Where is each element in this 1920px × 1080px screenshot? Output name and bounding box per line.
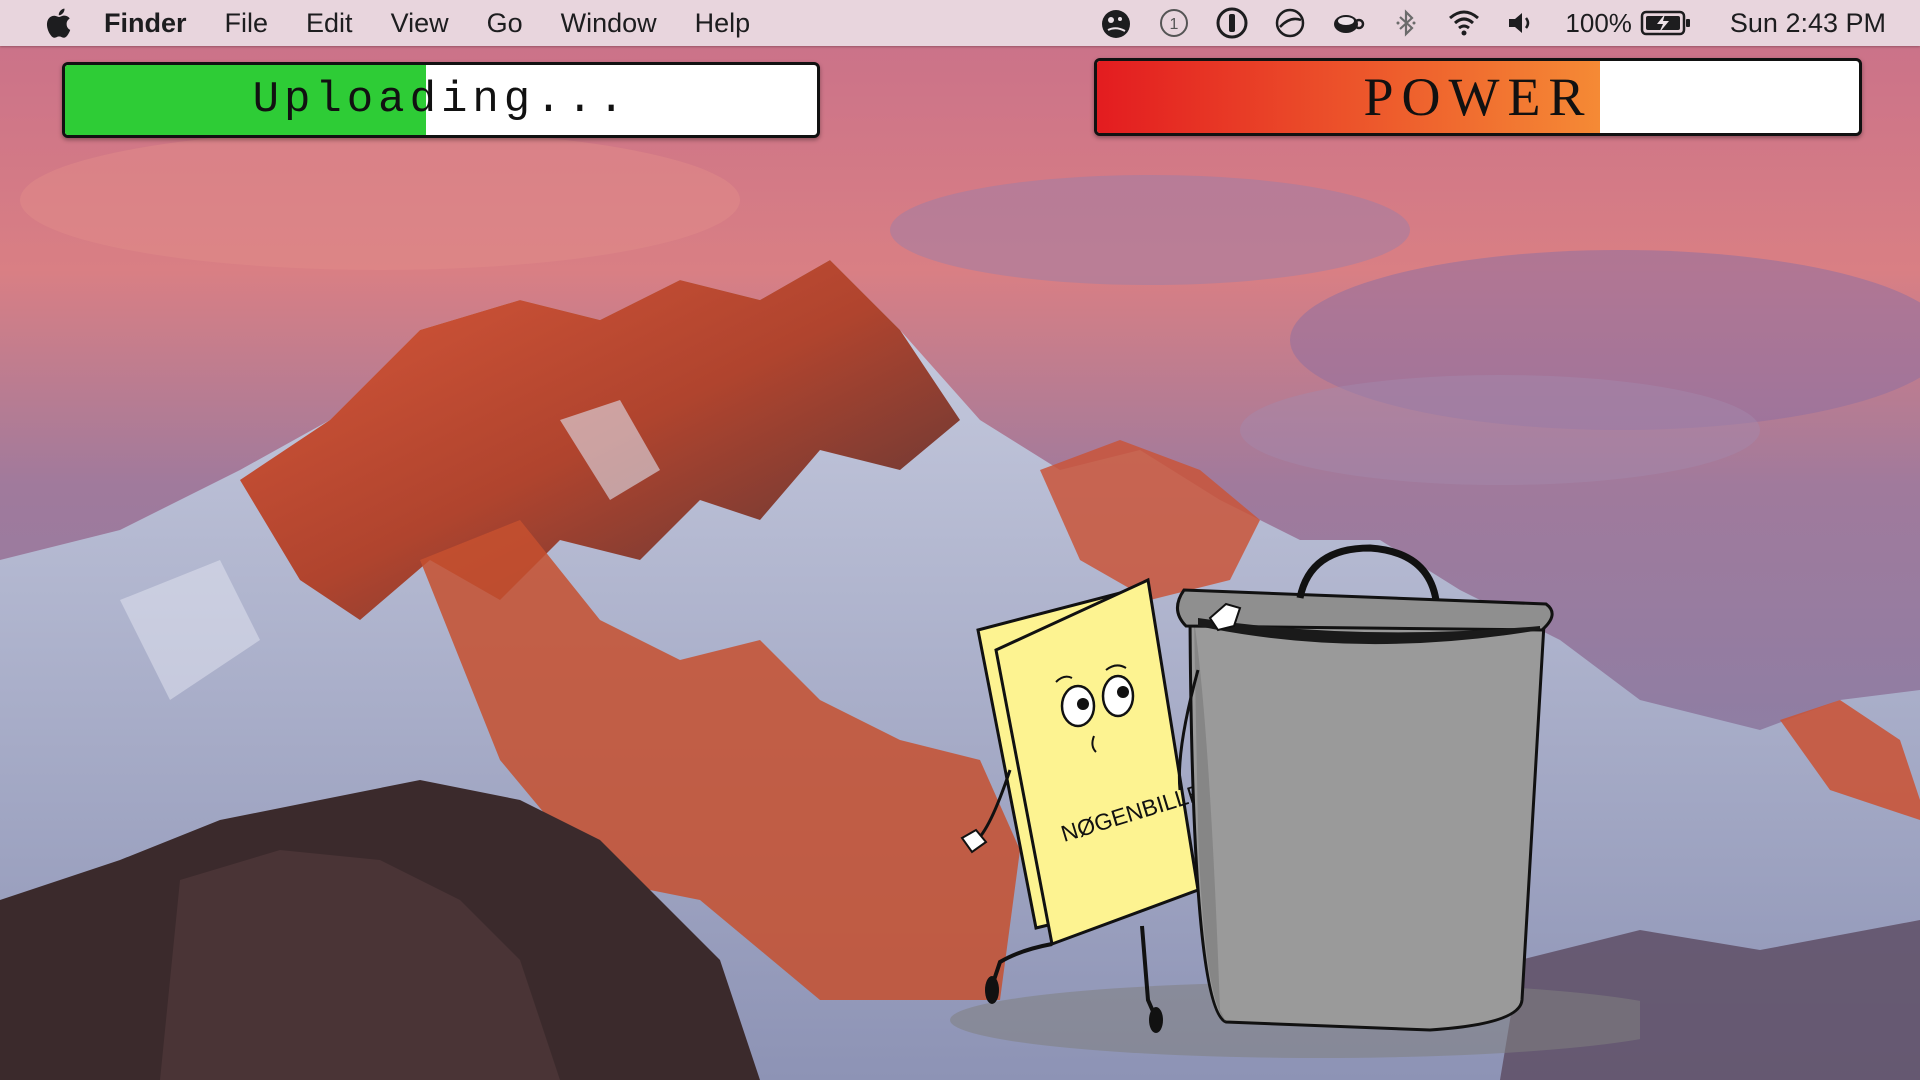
menu-app-finder[interactable]: Finder <box>104 8 187 39</box>
password-manager-icon[interactable] <box>1215 6 1249 40</box>
trash-can-handle <box>1296 544 1440 601</box>
upload-progress-bar: Uploading... <box>62 62 820 138</box>
coffee-cup-icon[interactable] <box>1331 6 1365 40</box>
document-into-trash-illustration: NØGENBILLEDER <box>950 544 1640 1058</box>
trash-can <box>1176 544 1554 1032</box>
creature-icon[interactable] <box>1099 6 1133 40</box>
battery-percentage[interactable]: 100% <box>1565 8 1632 39</box>
document-front-page <box>994 577 1200 947</box>
menu-help[interactable]: Help <box>695 8 751 39</box>
menu-bar-left: Finder File Edit View Go Window Help <box>0 0 788 46</box>
power-meter-bar: POWER <box>1094 58 1862 136</box>
bluetooth-icon[interactable] <box>1389 6 1423 40</box>
menu-window[interactable]: Window <box>561 8 657 39</box>
menu-file[interactable]: File <box>225 8 269 39</box>
menu-bar: Finder File Edit View Go Window Help 1 1… <box>0 0 1920 46</box>
menu-bar-status-area: 1 100% Sun 2:43 PM <box>1075 0 1920 46</box>
volume-icon[interactable] <box>1505 6 1539 40</box>
notification-count: 1 <box>1170 16 1179 33</box>
trash-can-body <box>1188 612 1546 1032</box>
upload-progress-label: Uploading... <box>252 75 630 125</box>
apple-logo-icon[interactable] <box>42 5 78 41</box>
menu-go[interactable]: Go <box>487 8 523 39</box>
document-right-eye <box>1101 674 1135 718</box>
menu-bar-clock[interactable]: Sun 2:43 PM <box>1730 8 1886 39</box>
sync-icon[interactable] <box>1273 6 1307 40</box>
notification-count-icon[interactable]: 1 <box>1157 6 1191 40</box>
power-meter-label: POWER <box>1363 67 1593 127</box>
battery-charging-icon[interactable] <box>1640 8 1692 38</box>
menu-view[interactable]: View <box>391 8 449 39</box>
menu-edit[interactable]: Edit <box>306 8 353 39</box>
wifi-icon[interactable] <box>1447 6 1481 40</box>
